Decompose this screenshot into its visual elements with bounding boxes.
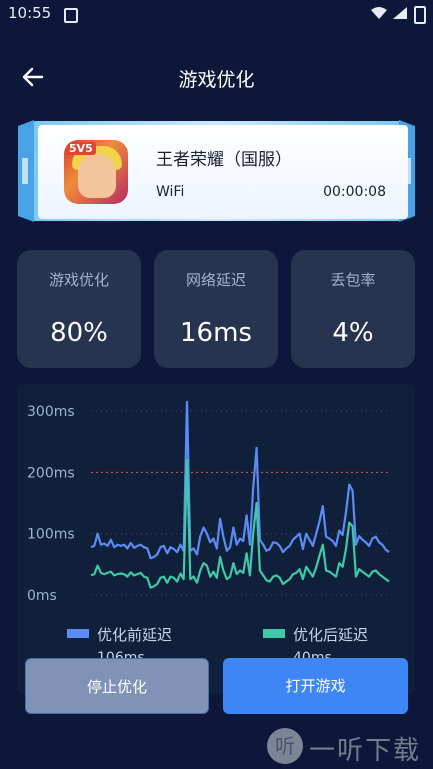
elapsed-timer: 00:00:08: [323, 184, 386, 200]
wifi-icon: [371, 7, 387, 19]
game-icon-badge: 5V5: [66, 142, 96, 155]
latency-chart-svg: 300ms 200ms 100ms 0ms: [27, 400, 390, 604]
y-tick-label: 200ms: [27, 465, 75, 481]
notification-icon: [64, 8, 78, 23]
status-time: 10:55: [8, 4, 52, 22]
stat-card-packet-loss: 丢包率 4%: [291, 250, 415, 368]
stat-card-optimization: 游戏优化 80%: [17, 250, 141, 368]
y-tick-label: 300ms: [27, 404, 75, 420]
status-bar: 10:55: [0, 0, 433, 30]
stop-optimization-button[interactable]: 停止优化: [25, 658, 209, 714]
signal-icon: [393, 7, 407, 19]
legend-swatch-before: [67, 629, 89, 638]
legend-swatch-after: [263, 629, 285, 638]
open-game-button[interactable]: 打开游戏: [223, 658, 408, 714]
y-tick-label: 100ms: [27, 527, 75, 543]
game-name: 王者荣耀（国服）: [156, 150, 292, 170]
watermark-logo: 听 一听下载: [267, 726, 427, 766]
series-before-line: [90, 400, 390, 560]
hero-face: [78, 154, 116, 198]
latency-chart: 300ms200ms100ms0ms 优化前延迟 106ms 优化后延迟 40m…: [17, 384, 415, 694]
watermark-icon: 听: [267, 728, 303, 764]
stat-value: 4%: [332, 318, 374, 348]
legend-label-after: 优化后延迟: [293, 626, 369, 644]
watermark-text: 一听下载: [309, 736, 422, 766]
battery-icon: [414, 6, 426, 24]
stat-label: 丢包率: [330, 271, 376, 289]
stat-value: 80%: [50, 318, 108, 348]
y-tick-label: 0ms: [27, 588, 57, 604]
page-title: 游戏优化: [178, 69, 255, 91]
header: 游戏优化: [0, 50, 433, 106]
stat-value: 16ms: [180, 318, 252, 348]
legend-label-before: 优化前延迟: [97, 626, 173, 644]
stat-label: 网络延迟: [185, 271, 246, 289]
network-type: WiFi: [156, 184, 185, 200]
game-app-icon: 5V5: [64, 140, 128, 204]
stat-card-latency: 网络延迟 16ms: [154, 250, 278, 368]
stat-label: 游戏优化: [48, 271, 109, 289]
